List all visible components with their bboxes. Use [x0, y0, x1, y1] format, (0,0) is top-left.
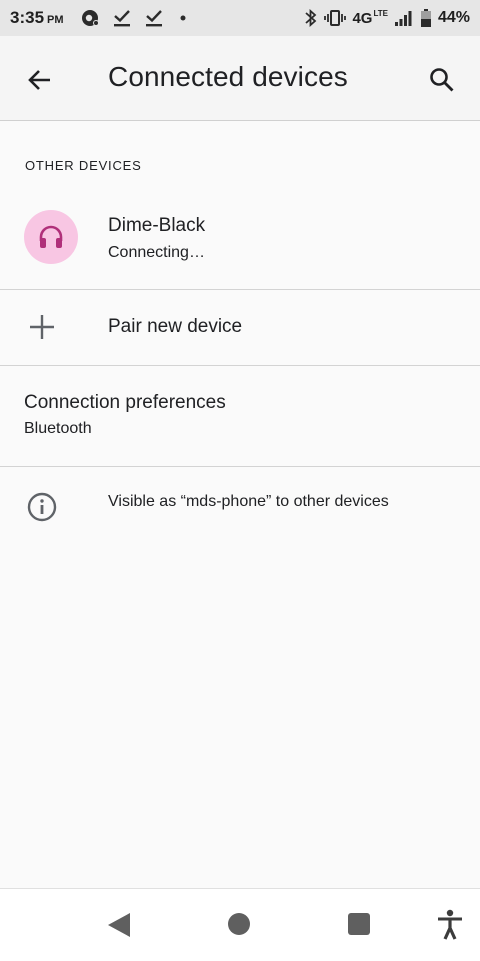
more-notifications-dot-icon [180, 15, 186, 21]
battery-percent: 44% [437, 9, 470, 26]
visibility-text: Visible as “mds-phone” to other devices [108, 493, 389, 510]
arrow-back-icon [28, 70, 50, 90]
info-icon [27, 492, 57, 522]
device-name: Dime-Black [108, 215, 206, 236]
download-done-icon [113, 10, 130, 27]
network-sub: LTE [373, 8, 388, 18]
pair-new-device-item[interactable]: Pair new device [0, 290, 480, 364]
device-avatar [24, 210, 78, 264]
search-icon [430, 68, 454, 92]
back-button[interactable] [18, 58, 62, 102]
app-bar: Connected devices [0, 36, 480, 121]
navigation-bar [0, 888, 480, 961]
nav-back-icon[interactable] [106, 911, 132, 939]
search-button[interactable] [420, 58, 464, 102]
signal-icon [394, 11, 412, 26]
bluetooth-icon [305, 8, 317, 28]
device-status: Connecting… [108, 244, 205, 261]
vibrate-icon [324, 10, 347, 26]
notification-icons [80, 8, 190, 28]
nav-recents-icon[interactable] [348, 913, 370, 935]
nav-home-icon[interactable] [228, 913, 250, 935]
battery-icon [420, 9, 431, 27]
pair-new-device-label: Pair new device [108, 316, 243, 337]
connection-preferences-subtitle: Bluetooth [24, 420, 92, 437]
page-title: Connected devices [108, 61, 348, 92]
plus-icon [30, 315, 54, 339]
headset-icon [39, 225, 63, 248]
network-type: 4GLTE [352, 8, 388, 27]
status-time: 3:35 [10, 8, 45, 27]
accessibility-icon[interactable] [436, 909, 464, 941]
sync-icon [81, 10, 99, 26]
connection-preferences-title: Connection preferences [24, 392, 226, 413]
connection-preferences-item[interactable]: Connection preferences Bluetooth [0, 366, 480, 466]
download-done-icon [145, 10, 162, 27]
device-item[interactable]: Dime-Black Connecting… [0, 192, 480, 288]
status-bar: 3:35 PM 4GLTE 44% [0, 0, 480, 36]
visibility-info: Visible as “mds-phone” to other devices [0, 467, 480, 547]
section-header-other-devices: OTHER DEVICES [25, 158, 142, 173]
status-ampm: PM [47, 13, 64, 26]
